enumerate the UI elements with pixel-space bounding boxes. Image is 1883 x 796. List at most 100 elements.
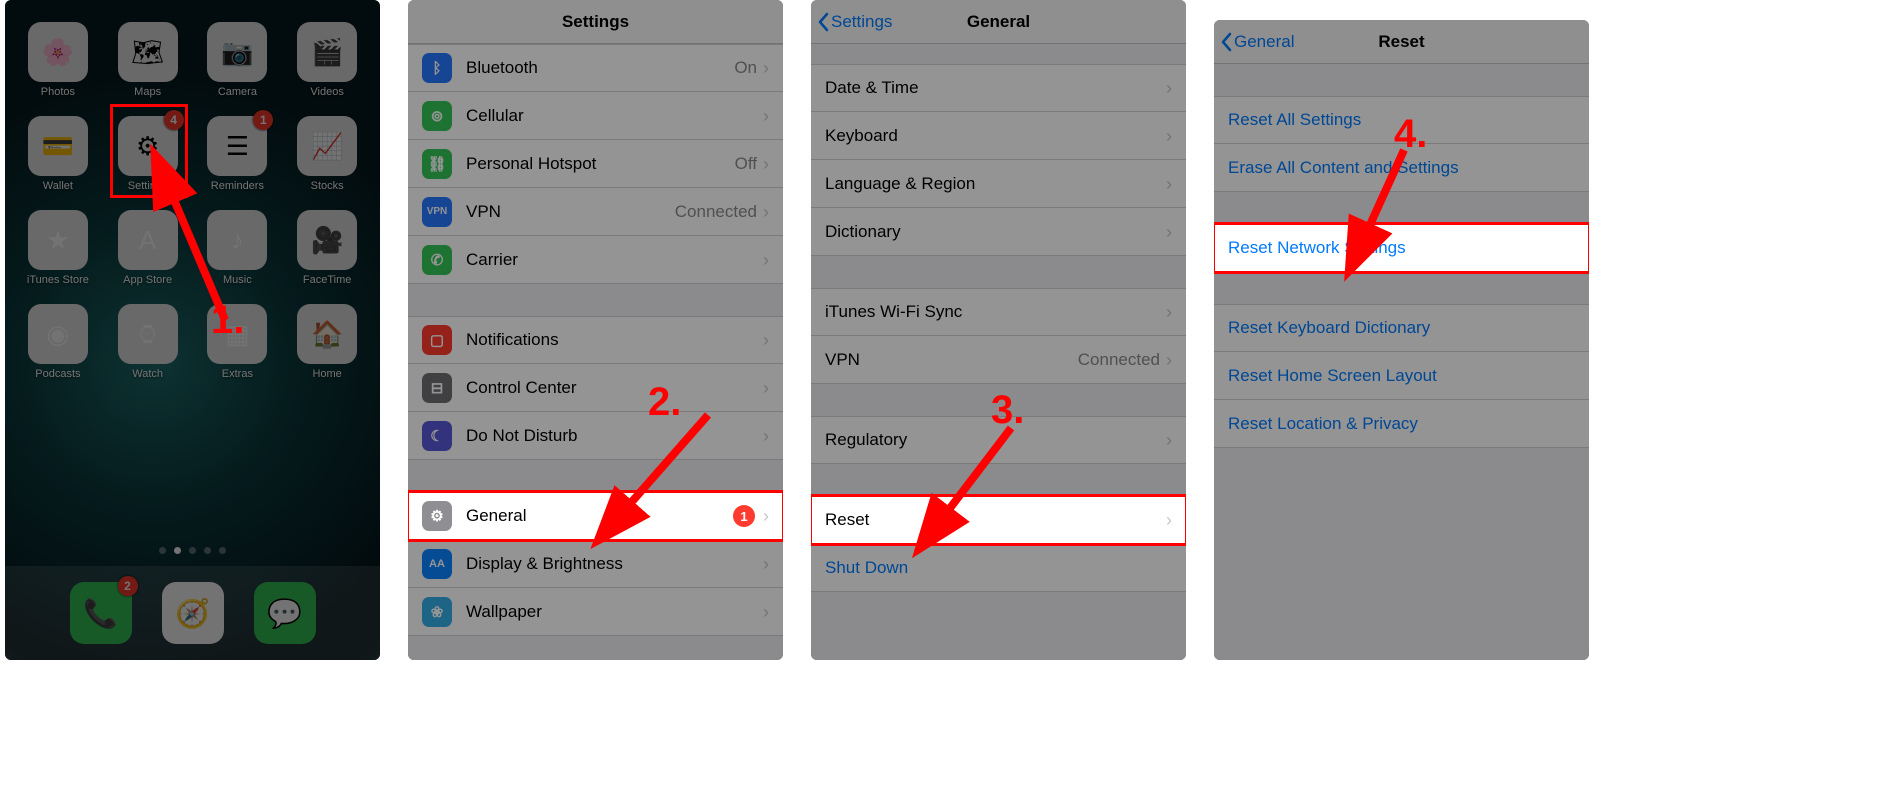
chevron-right-icon: › xyxy=(1166,127,1172,145)
settings-icon: ⚙︎ 4 xyxy=(118,116,178,176)
app-label: Music xyxy=(223,274,252,286)
row-itunes-wifi-sync[interactable]: iTunes Wi-Fi Sync› xyxy=(811,288,1186,336)
dock-messages[interactable]: 💬 xyxy=(254,582,316,644)
app-photos[interactable]: 🌸 Photos xyxy=(25,22,91,98)
bluetooth-icon: ᛒ xyxy=(422,53,452,83)
app-itunes-store[interactable]: ★iTunes Store xyxy=(25,210,91,286)
row-date-time[interactable]: Date & Time› xyxy=(811,64,1186,112)
wallpaper-icon: ❀ xyxy=(422,597,452,627)
chevron-right-icon: › xyxy=(763,203,769,221)
row-reset-keyboard-dictionary[interactable]: Reset Keyboard Dictionary xyxy=(1214,304,1589,352)
page-title: General xyxy=(967,12,1030,32)
row-personal-hotspot[interactable]: ⛓Personal HotspotOff› xyxy=(408,140,783,188)
row-vpn[interactable]: VPNVPNConnected› xyxy=(408,188,783,236)
app-label: iTunes Store xyxy=(27,274,89,286)
chevron-right-icon: › xyxy=(763,59,769,77)
app-camera[interactable]: 📷Camera xyxy=(205,22,271,98)
chevron-right-icon: › xyxy=(1166,351,1172,369)
navbar: Settings General xyxy=(811,0,1186,44)
app-maps[interactable]: 🗺Maps xyxy=(115,22,181,98)
hotspot-icon: ⛓ xyxy=(422,149,452,179)
app-label: App Store xyxy=(123,274,172,286)
app-label: Watch xyxy=(132,368,163,380)
app-facetime[interactable]: 🎥FaceTime xyxy=(294,210,360,286)
settings-badge: 4 xyxy=(164,110,184,130)
chevron-right-icon: › xyxy=(1166,79,1172,97)
chevron-right-icon: › xyxy=(763,155,769,173)
home-icon: 🏠 xyxy=(297,304,357,364)
row-keyboard[interactable]: Keyboard› xyxy=(811,112,1186,160)
app-wallet[interactable]: 💳 Wallet xyxy=(25,116,91,192)
watch-icon: ⌚︎ xyxy=(118,304,178,364)
row-regulatory[interactable]: Regulatory› xyxy=(811,416,1186,464)
row-reset-location-privacy[interactable]: Reset Location & Privacy xyxy=(1214,400,1589,448)
row-general[interactable]: ⚙︎General1› xyxy=(408,492,783,540)
back-button[interactable]: General xyxy=(1220,20,1294,63)
reminders-badge: 1 xyxy=(253,110,273,130)
app-home[interactable]: 🏠 Home xyxy=(294,304,360,380)
chevron-right-icon: › xyxy=(763,331,769,349)
wallet-icon: 💳 xyxy=(28,116,88,176)
photos-icon: 🌸 xyxy=(28,22,88,82)
row-do-not-disturb[interactable]: ☾Do Not Disturb› xyxy=(408,412,783,460)
row-dictionary[interactable]: Dictionary› xyxy=(811,208,1186,256)
videos-icon: 🎬 xyxy=(297,22,357,82)
app-videos[interactable]: 🎬Videos xyxy=(294,22,360,98)
row-shut-down[interactable]: Shut Down xyxy=(811,544,1186,592)
maps-icon: 🗺 xyxy=(118,22,178,82)
carrier-icon: ✆ xyxy=(422,245,452,275)
row-erase-all-content[interactable]: Erase All Content and Settings xyxy=(1214,144,1589,192)
panel-settings: Settings ᛒBluetoothOn› ⊚Cellular› ⛓Perso… xyxy=(408,0,783,660)
app-label: Settings xyxy=(128,180,168,192)
control-center-icon: ⊟ xyxy=(422,373,452,403)
app-music[interactable]: ♪ Music xyxy=(205,210,271,286)
app-extras[interactable]: ▦Extras xyxy=(205,304,271,380)
app-label: Photos xyxy=(41,86,75,98)
app-store-icon: A xyxy=(118,210,178,270)
row-notifications[interactable]: ▢Notifications› xyxy=(408,316,783,364)
row-reset-network-settings[interactable]: Reset Network Settings xyxy=(1214,224,1589,272)
music-icon: ♪ xyxy=(207,210,267,270)
app-label: Reminders xyxy=(211,180,264,192)
panel-home-screen: 🌸 Photos 🗺Maps 📷Camera 🎬Videos 💳 Wallet ⚙︎… xyxy=(5,0,380,660)
notifications-icon: ▢ xyxy=(422,325,452,355)
row-language-region[interactable]: Language & Region› xyxy=(811,160,1186,208)
gear-icon: ⚙︎ xyxy=(422,501,452,531)
back-label: Settings xyxy=(831,12,892,32)
row-wallpaper[interactable]: ❀Wallpaper› xyxy=(408,588,783,636)
page-dots[interactable] xyxy=(5,547,380,554)
row-display-brightness[interactable]: AADisplay & Brightness› xyxy=(408,540,783,588)
row-vpn[interactable]: VPNConnected› xyxy=(811,336,1186,384)
app-stocks[interactable]: 📈Stocks xyxy=(294,116,360,192)
row-reset[interactable]: Reset› xyxy=(811,496,1186,544)
chevron-right-icon: › xyxy=(763,427,769,445)
row-reset-all-settings[interactable]: Reset All Settings xyxy=(1214,96,1589,144)
chevron-right-icon: › xyxy=(763,107,769,125)
chevron-right-icon: › xyxy=(1166,511,1172,529)
chevron-right-icon: › xyxy=(763,251,769,269)
dock-safari[interactable]: 🧭 xyxy=(162,582,224,644)
row-reset-home-screen-layout[interactable]: Reset Home Screen Layout xyxy=(1214,352,1589,400)
row-control-center[interactable]: ⊟Control Center› xyxy=(408,364,783,412)
display-icon: AA xyxy=(422,549,452,579)
row-bluetooth[interactable]: ᛒBluetoothOn› xyxy=(408,44,783,92)
row-cellular[interactable]: ⊚Cellular› xyxy=(408,92,783,140)
app-label: Wallet xyxy=(43,180,73,192)
app-app-store[interactable]: A App Store xyxy=(115,210,181,286)
vpn-icon: VPN xyxy=(422,197,452,227)
page-title: Settings xyxy=(562,12,629,32)
app-reminders[interactable]: ☰1Reminders xyxy=(205,116,271,192)
app-label: Podcasts xyxy=(35,368,80,380)
panel-general: Settings General Date & Time› Keyboard› … xyxy=(811,0,1186,660)
navbar: Settings xyxy=(408,0,783,44)
back-button[interactable]: Settings xyxy=(817,0,892,43)
chevron-right-icon: › xyxy=(1166,175,1172,193)
back-label: General xyxy=(1234,32,1294,52)
app-podcasts[interactable]: ◉Podcasts xyxy=(25,304,91,380)
extras-folder-icon: ▦ xyxy=(207,304,267,364)
app-settings[interactable]: ⚙︎ 4 Settings xyxy=(115,116,181,192)
app-watch[interactable]: ⌚︎ Watch xyxy=(115,304,181,380)
app-label: Home xyxy=(312,368,341,380)
dock-phone[interactable]: 📞2 xyxy=(70,582,132,644)
row-carrier[interactable]: ✆Carrier› xyxy=(408,236,783,284)
